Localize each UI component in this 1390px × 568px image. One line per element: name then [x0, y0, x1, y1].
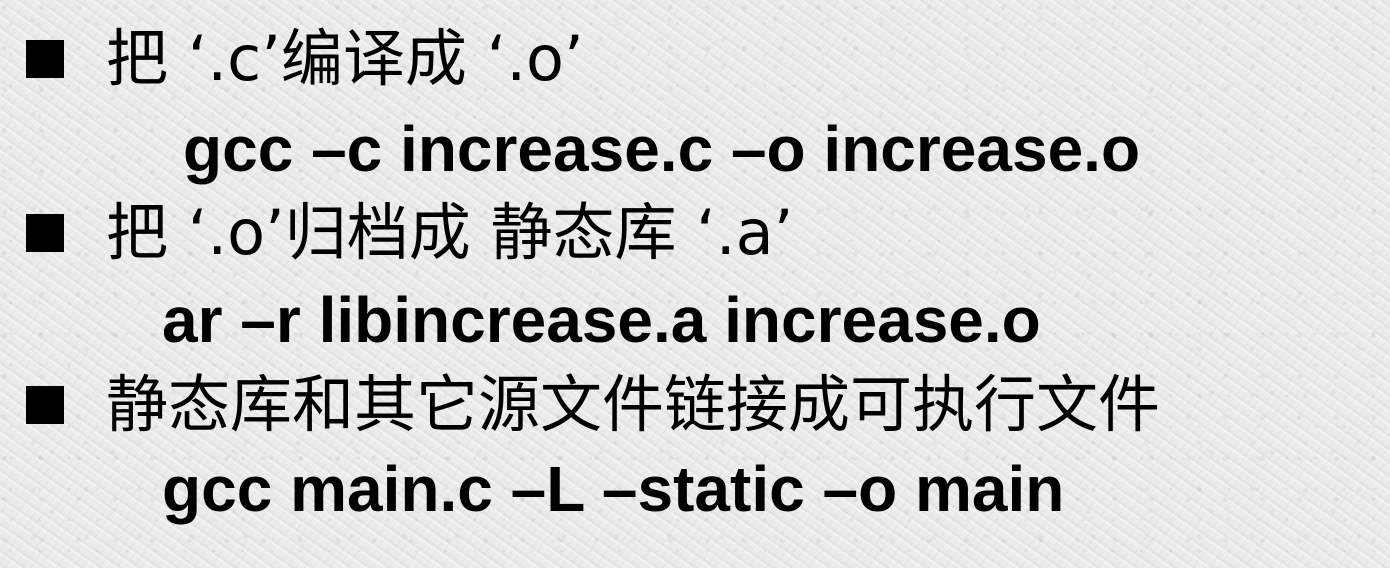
square-bullet-icon: [26, 40, 64, 78]
bullet-item-link: 静态库和其它源文件链接成可执行文件: [26, 374, 1160, 436]
square-bullet-icon: [26, 386, 64, 424]
bullet-item-archive: 把 ‘.o’归档成 静态库 ‘.a’: [26, 202, 793, 264]
bullet-text: 把 ‘.o’归档成 静态库 ‘.a’: [106, 196, 794, 269]
square-bullet-icon: [26, 214, 64, 252]
command-line: gcc –c increase.c –o increase.o: [183, 113, 1141, 185]
command-line: gcc main.c –L –static –o main: [162, 453, 1065, 525]
bullet-item-compile: 把 ‘.c’编译成 ‘.o’: [26, 28, 584, 90]
slide: 把 ‘.c’编译成 ‘.o’ gcc –c increase.c –o incr…: [0, 0, 1390, 568]
bullet-text: 静态库和其它源文件链接成可执行文件: [106, 368, 1161, 441]
command-line: ar –r libincrease.a increase.o: [162, 284, 1041, 356]
bullet-text: 把 ‘.c’编译成 ‘.o’: [106, 22, 584, 95]
